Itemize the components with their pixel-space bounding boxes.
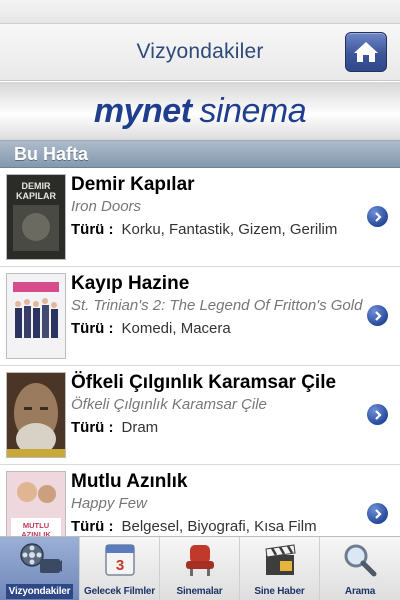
movie-poster: DEMIR KAPILAR (6, 174, 66, 260)
detail-chevron-button[interactable] (367, 404, 388, 425)
movie-genres: Türü : Dram (71, 419, 158, 436)
movie-row-demir-kapilar[interactable]: DEMIR KAPILAR Demir Kapılar Iron Doors T… (0, 168, 400, 267)
chevron-right-icon (374, 310, 382, 321)
movie-title: Mutlu Azınlık (71, 471, 188, 492)
genre-label: Türü : (71, 518, 114, 535)
tab-label: Vizyondakiler (5, 584, 74, 599)
genre-values: Korku, Fantastik, Gizem, Gerilim (121, 221, 338, 238)
svg-text:DEMIR: DEMIR (22, 181, 52, 191)
detail-chevron-button[interactable] (367, 305, 388, 326)
clapperboard-icon (258, 540, 302, 580)
genre-label: Türü : (71, 320, 114, 337)
genre-label: Türü : (71, 221, 114, 238)
tab-label: Arama (344, 586, 376, 597)
film-reel-icon (18, 540, 62, 580)
movie-genres: Türü : Komedi, Macera (71, 320, 231, 337)
tab-gelecek-filmler[interactable]: 3 Gelecek Filmler (80, 537, 160, 600)
mynet-sinema-logo: mynet sinema (93, 91, 307, 131)
svg-text:MUTLU: MUTLU (23, 521, 49, 530)
magnifier-icon (338, 540, 382, 580)
genre-values: Komedi, Macera (121, 320, 231, 337)
movie-original-title: St. Trinian's 2: The Legend Of Fritton's… (71, 297, 363, 314)
tab-vizyondakiler[interactable]: Vizyondakiler (0, 537, 80, 600)
movie-row-mutlu-azinlik[interactable]: MUTLU AZINLIK Mutlu Azınlık Happy Few Tü… (0, 465, 400, 536)
nav-bar: Vizyondakiler (0, 24, 400, 81)
logo-part-mynet: mynet (93, 91, 192, 130)
cinema-seat-icon (178, 540, 222, 580)
detail-chevron-button[interactable] (367, 206, 388, 227)
svg-text:KAPILAR: KAPILAR (16, 191, 56, 201)
chevron-right-icon (374, 508, 382, 519)
movie-genres: Türü : Belgesel, Biyografi, Kısa Film (71, 518, 317, 535)
tab-sine-haber[interactable]: Sine Haber (240, 537, 320, 600)
tab-bar: Vizyondakiler 3 Gelecek Filmler Sinemala… (0, 536, 400, 600)
section-title: Bu Hafta (14, 143, 89, 164)
movie-title: Kayıp Hazine (71, 273, 190, 294)
tab-sinemalar[interactable]: Sinemalar (160, 537, 240, 600)
status-bar (0, 0, 400, 24)
svg-text:3: 3 (115, 557, 123, 574)
detail-chevron-button[interactable] (367, 503, 388, 524)
movie-list[interactable]: DEMIR KAPILAR Demir Kapılar Iron Doors T… (0, 168, 400, 536)
tab-label: Sinemalar (176, 586, 223, 597)
page-title: Vizyondakiler (136, 40, 264, 63)
movie-title: Demir Kapılar (71, 174, 195, 195)
brand-banner: mynet sinema (0, 82, 400, 140)
tab-label: Gelecek Filmler (84, 586, 155, 597)
genre-label: Türü : (71, 419, 114, 436)
chevron-right-icon (374, 211, 382, 222)
movie-original-title: Öfkeli Çılgınlık Karamsar Çile (71, 396, 267, 413)
home-button[interactable] (345, 32, 387, 72)
tab-arama[interactable]: Arama (320, 537, 400, 600)
chevron-right-icon (374, 409, 382, 420)
movie-genres: Türü : Korku, Fantastik, Gizem, Gerilim (71, 221, 337, 238)
movie-poster (6, 273, 66, 359)
movie-poster (6, 372, 66, 458)
movie-title: Öfkeli Çılgınlık Karamsar Çile (71, 372, 337, 393)
movie-row-ofkeli-cilginlik[interactable]: Öfkeli Çılgınlık Karamsar Çile Öfkeli Çı… (0, 366, 400, 465)
movie-original-title: Iron Doors (71, 198, 142, 215)
genre-values: Belgesel, Biyografi, Kısa Film (121, 518, 317, 535)
home-icon (354, 42, 378, 62)
genre-values: Dram (121, 419, 159, 436)
logo-part-sinema: sinema (199, 91, 307, 130)
section-header: Bu Hafta (0, 140, 400, 168)
movie-row-kayip-hazine[interactable]: Kayıp Hazine St. Trinian's 2: The Legend… (0, 267, 400, 366)
tab-label: Sine Haber (254, 586, 305, 597)
movie-original-title: Happy Few (71, 495, 147, 512)
calendar-icon: 3 (98, 540, 142, 580)
movie-poster: MUTLU AZINLIK (6, 471, 66, 536)
